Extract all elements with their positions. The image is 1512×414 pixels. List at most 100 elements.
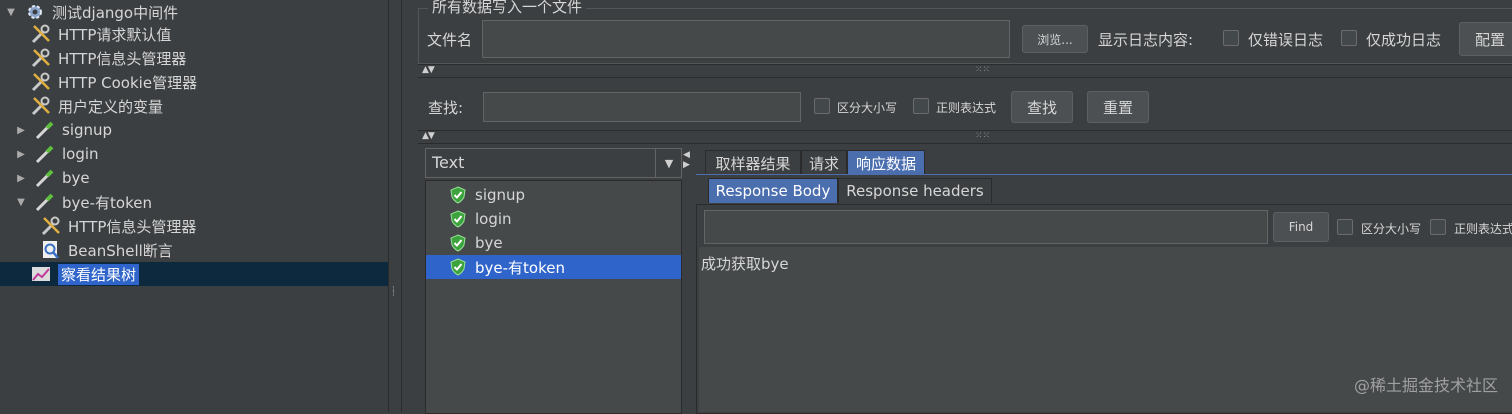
search-label: 查找: — [428, 99, 464, 117]
tree-item-view-results-tree[interactable]: 察看结果树 — [30, 262, 140, 286]
tree-item-label: BeanShell断言 — [68, 241, 173, 260]
response-case-checkbox[interactable] — [1337, 219, 1353, 235]
response-regex-checkbox[interactable] — [1430, 219, 1446, 235]
response-search-input[interactable] — [704, 210, 1268, 244]
tab-request[interactable]: 请求 — [801, 150, 847, 175]
wrench-icon — [30, 23, 52, 45]
collapsed-arrow-icon[interactable]: ▶ — [14, 149, 28, 160]
tab-response-body[interactable]: Response Body — [708, 178, 838, 203]
configure-button[interactable]: 配置 — [1459, 22, 1512, 56]
tree-item-header-manager-child[interactable]: HTTP信息头管理器 — [40, 214, 196, 238]
tree-item-http-defaults[interactable]: HTTP请求默认值 — [30, 22, 171, 46]
divider-grip-icon[interactable]: ⁙⁙ — [975, 131, 990, 141]
list-item-label: bye-有token — [475, 258, 565, 277]
pipette-icon — [34, 119, 56, 141]
collapsed-arrow-icon[interactable]: ▶ — [14, 173, 28, 184]
reset-button[interactable]: 重置 — [1087, 91, 1149, 123]
tree-item-label: bye-有token — [62, 193, 152, 212]
filename-label: 文件名 — [427, 31, 473, 49]
response-body-text: 成功获取bye — [701, 255, 789, 273]
results-splitter[interactable]: ◀ ▶ — [682, 148, 694, 412]
list-item[interactable]: bye-有token — [426, 255, 681, 279]
expanded-arrow-icon[interactable]: ▼ — [14, 197, 28, 208]
tree-item-header-manager[interactable]: HTTP信息头管理器 — [30, 46, 186, 70]
errors-only-checkbox[interactable] — [1223, 30, 1239, 46]
list-item[interactable]: signup — [426, 183, 681, 207]
success-shield-icon — [450, 258, 466, 276]
results-list[interactable]: signup login bye bye-有token — [425, 180, 682, 414]
gear-icon — [24, 1, 46, 23]
response-find-button[interactable]: Find — [1273, 212, 1329, 242]
errors-only-label: 仅错误日志 — [1248, 31, 1324, 49]
section-divider[interactable] — [418, 64, 1512, 78]
collapse-arrows-icon[interactable]: ▲▼ — [422, 131, 435, 141]
tree-item-signup[interactable]: ▶ signup — [14, 118, 112, 142]
tree-root-label: 测试django中间件 — [52, 3, 179, 22]
case-sensitive-label: 区分大小写 — [837, 101, 898, 115]
browse-button[interactable]: 浏览... — [1022, 25, 1088, 53]
tree-item-label: HTTP请求默认值 — [58, 25, 172, 44]
collapse-arrows-icon[interactable]: ◀ ▶ — [683, 150, 690, 170]
renderer-selected-value: Text — [432, 153, 465, 172]
expanded-arrow-icon[interactable]: ▼ — [4, 7, 18, 18]
collapse-arrows-icon[interactable]: ▲▼ — [422, 65, 435, 75]
divider-grip-icon[interactable]: ⁙⁙ — [975, 65, 990, 75]
tree-item-login[interactable]: ▶ login — [14, 142, 99, 166]
wrench-icon — [30, 71, 52, 93]
list-item[interactable]: login — [426, 207, 681, 231]
list-item[interactable]: bye — [426, 231, 681, 255]
search-input[interactable] — [483, 92, 801, 122]
list-item-label: bye — [475, 234, 503, 252]
response-case-label: 区分大小写 — [1361, 222, 1422, 236]
filename-input[interactable] — [482, 20, 1010, 58]
collapsed-arrow-icon[interactable]: ▶ — [14, 125, 28, 136]
regex-checkbox[interactable] — [913, 98, 929, 114]
file-output-legend: 所有数据写入一个文件 — [428, 0, 587, 17]
tab-response-data[interactable]: 响应数据 — [847, 150, 925, 175]
pipette-icon — [34, 143, 56, 165]
tree-item-label: HTTP Cookie管理器 — [58, 73, 198, 92]
wrench-icon — [30, 47, 52, 69]
tab-sampler-result[interactable]: 取样器结果 — [705, 150, 801, 175]
regex-label: 正则表达式 — [936, 101, 997, 115]
list-item-label: login — [475, 210, 512, 228]
section-divider[interactable] — [418, 130, 1512, 144]
tree-item-cookie-manager[interactable]: HTTP Cookie管理器 — [30, 70, 197, 94]
wrench-icon — [40, 215, 62, 237]
tree-item-label: HTTP信息头管理器 — [68, 217, 197, 236]
wrench-icon — [30, 95, 52, 117]
renderer-select[interactable]: Text ▼ — [425, 148, 682, 178]
tree-item-user-variables[interactable]: 用户定义的变量 — [30, 94, 163, 118]
tree-root[interactable]: ▼ 测试django中间件 — [4, 0, 178, 24]
tree-item-label: 用户定义的变量 — [58, 97, 164, 116]
watermark: @稀土掘金技术社区 — [1353, 376, 1498, 395]
log-content-label: 显示日志内容: — [1098, 31, 1194, 49]
success-shield-icon — [450, 186, 466, 204]
tree-item-label: signup — [62, 121, 113, 139]
pipette-icon — [34, 191, 56, 213]
success-only-label: 仅成功日志 — [1366, 31, 1442, 49]
find-button[interactable]: 查找 — [1011, 91, 1073, 123]
tree-item-bye[interactable]: ▶ bye — [14, 166, 90, 190]
success-shield-icon — [450, 234, 466, 252]
tree-item-label: 察看结果树 — [58, 263, 140, 285]
splitter-grip-icon[interactable]: ⁞ ⁞ — [392, 286, 398, 300]
tree-item-label: bye — [62, 169, 90, 187]
test-plan-tree[interactable]: ▼ 测试django中间件 HTTP请求默认值 HTTP信息头管理器 HTTP … — [0, 0, 389, 412]
tree-item-label: login — [62, 145, 99, 163]
graph-icon — [30, 263, 52, 285]
tab-response-headers[interactable]: Response headers — [838, 178, 992, 203]
success-only-checkbox[interactable] — [1341, 30, 1357, 46]
case-sensitive-checkbox[interactable] — [814, 98, 830, 114]
success-shield-icon — [450, 210, 466, 228]
response-regex-label: 正则表达式 — [1454, 222, 1512, 236]
chevron-down-icon[interactable]: ▼ — [655, 149, 682, 177]
tree-item-bye-token[interactable]: ▼ bye-有token — [14, 190, 152, 214]
panel-splitter[interactable] — [389, 0, 402, 412]
magnifier-icon — [40, 239, 62, 261]
pipette-icon — [34, 167, 56, 189]
list-item-label: signup — [475, 186, 526, 204]
tree-item-label: HTTP信息头管理器 — [58, 49, 187, 68]
tree-item-beanshell-assertion[interactable]: BeanShell断言 — [40, 238, 173, 262]
tab-underline — [696, 174, 1512, 175]
